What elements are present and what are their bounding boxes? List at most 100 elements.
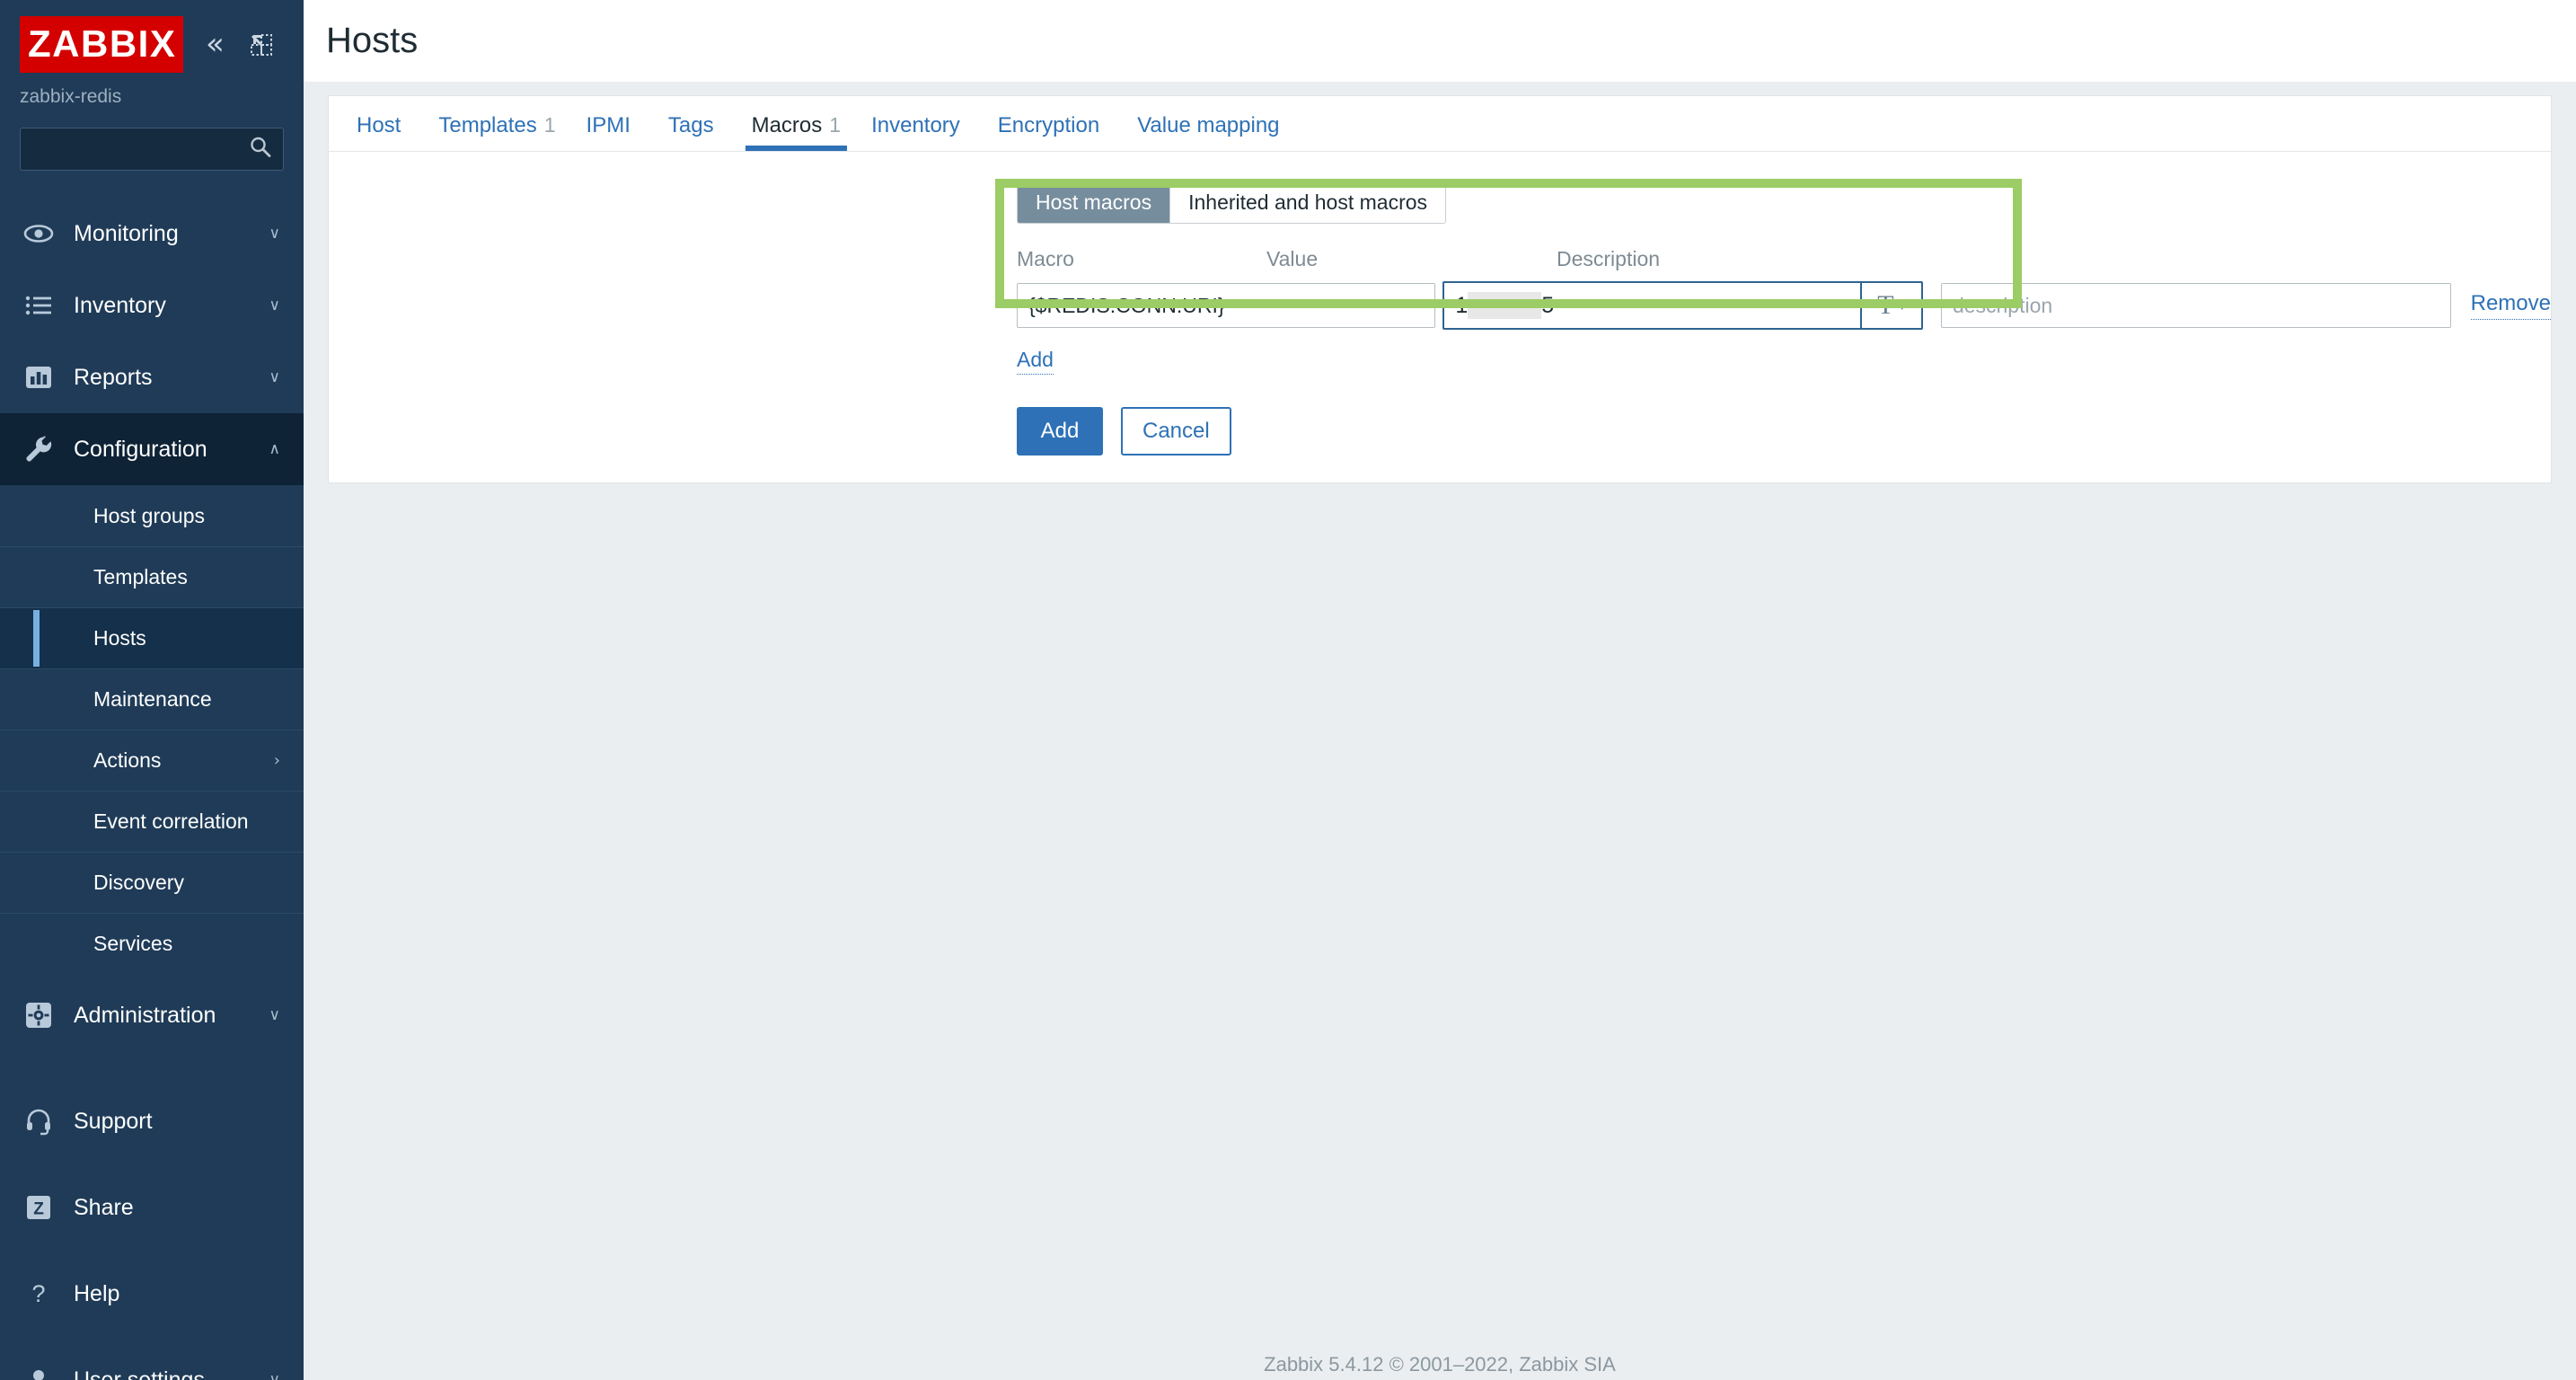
tab-macros[interactable]: Macros 1 [737,115,856,151]
sidebar-subitem-label: Maintenance [93,687,212,711]
macros-table: Macro Value Description 15 T ▾ [329,247,2551,330]
table-row: 15 T ▾ Remove [1017,281,2551,330]
cancel-button[interactable]: Cancel [1121,407,1231,456]
column-header-description: Description [1557,247,1661,270]
add-macro-row-link[interactable]: Add [1017,348,1054,375]
tab-label: Value mapping [1137,113,1280,137]
tab-label: Templates [438,113,537,137]
tab-label: Macros [751,113,823,137]
sidebar-item-support[interactable]: Support [0,1078,304,1164]
form-action-buttons: Add Cancel [1017,407,2551,456]
sidebar-item-discovery[interactable]: Discovery [0,852,304,913]
sidebar-item-label: Support [74,1108,153,1134]
page-header: Hosts [304,0,2576,83]
sidebar-item-services[interactable]: Services [0,913,304,974]
sidebar-item-help[interactable]: ? Help [0,1251,304,1337]
sidebar-item-monitoring[interactable]: Monitoring ∨ [0,198,304,270]
sidebar-subitem-label: Discovery [93,871,184,894]
sidebar-subitem-label: Actions [93,748,162,772]
macros-scope-toggle: Host macros Inherited and host macros [1017,181,1447,224]
macro-value-type-button[interactable]: T ▾ [1859,283,1921,328]
sidebar-item-configuration[interactable]: Configuration ∧ [0,413,304,485]
sidebar: ZABBIX « zabbix-redis Monitoring ∨ Inven… [0,0,304,1380]
sidebar-item-label: Configuration [74,436,207,462]
tab-encryption[interactable]: Encryption [983,115,1122,151]
sidebar-item-inventory[interactable]: Inventory ∨ [0,270,304,341]
page-title: Hosts [326,21,419,60]
chevron-up-icon: ∧ [269,439,280,458]
chevron-down-icon: ∨ [269,224,280,243]
collapse-chevron-glyph: « [205,25,225,62]
sidebar-item-hosts[interactable]: Hosts [0,607,304,668]
sidebar-item-label: Inventory [74,292,166,318]
sidebar-item-label: Reports [74,364,153,390]
chevron-down-icon: ∨ [269,1005,280,1024]
sidebar-subitem-label: Event correlation [93,809,249,833]
tab-count: 1 [543,113,556,137]
tab-templates[interactable]: Templates 1 [423,115,570,151]
sidebar-item-label: Monitoring [74,220,179,246]
tab-label: Host [357,113,401,137]
sidebar-item-user-settings[interactable]: User settings ∨ [0,1337,304,1380]
macros-table-header: Macro Value Description [1017,247,2551,271]
sidebar-item-reports[interactable]: Reports ∨ [0,341,304,413]
sidebar-top: ZABBIX « zabbix-redis [0,0,304,108]
double-chevron-left-icon[interactable]: « [199,25,230,62]
tab-tags[interactable]: Tags [653,115,737,151]
column-header-macro: Macro [1017,247,1074,270]
sidebar-subitem-label: Hosts [93,626,146,650]
tab-value-mapping[interactable]: Value mapping [1122,115,1301,151]
sidebar-submenu-configuration: Host groups Templates Hosts Maintenance … [0,485,304,974]
tab-count: 1 [829,113,842,137]
macro-value-group: 15 T ▾ [1442,281,1923,330]
sidebar-search-wrapper [20,128,284,171]
sidebar-item-maintenance[interactable]: Maintenance [0,668,304,730]
sidebar-item-label: Help [74,1280,120,1306]
tab-label: IPMI [586,113,631,137]
segment-inherited-and-host-macros[interactable]: Inherited and host macros [1170,181,1446,223]
zabbix-logo[interactable]: ZABBIX [20,16,184,73]
sidebar-item-label: User settings [74,1367,205,1380]
sidebar-item-label: Administration [74,1002,216,1028]
sidebar-subitem-label: Host groups [93,503,206,527]
sidebar-subitem-label: Templates [93,565,188,588]
tab-host[interactable]: Host [341,115,423,151]
macro-value-prefix: 1 [1455,292,1469,318]
tab-inventory[interactable]: Inventory [856,115,983,151]
macro-name-input[interactable] [1017,283,1436,328]
chevron-right-icon: › [273,751,280,770]
tab-label: Inventory [871,113,960,137]
sidebar-item-actions[interactable]: Actions › [0,730,304,791]
svg-text:Z: Z [33,1200,44,1219]
macro-value-input[interactable]: 15 [1444,283,1860,328]
wrench-icon [20,430,57,468]
sidebar-item-host-groups[interactable]: Host groups [0,485,304,546]
sidebar-item-templates[interactable]: Templates [0,546,304,607]
redaction-block [1468,292,1542,319]
user-icon [20,1361,57,1380]
sidebar-host-name: zabbix-redis [20,86,122,107]
sidebar-item-administration[interactable]: Administration ∨ [0,979,304,1051]
tab-label: Tags [667,113,714,137]
svg-text:?: ? [31,1280,45,1307]
zabbix-z-icon: Z [20,1189,57,1226]
chevron-down-icon: ∨ [269,296,280,314]
remove-macro-link[interactable]: Remove [2470,291,2551,320]
sidebar-item-label: Share [74,1194,134,1220]
host-edit-card: Host Templates 1 IPMI Tags Macros 1 Invent… [328,95,2552,483]
chevron-down-icon: ∨ [269,1370,280,1380]
tab-ipmi[interactable]: IPMI [571,115,653,151]
tab-label: Encryption [997,113,1100,137]
text-type-icon: T [1877,290,1894,320]
gear-icon [20,996,57,1034]
search-input[interactable] [20,128,284,171]
macros-form: Host macros Inherited and host macros Ma… [329,152,2551,456]
chevron-down-icon: ▾ [1898,296,1906,314]
macro-description-input[interactable] [1940,283,2451,328]
segment-host-macros[interactable]: Host macros [1018,181,1171,223]
sidebar-item-share[interactable]: Z Share [0,1164,304,1251]
sidebar-logo-row: ZABBIX « [20,16,284,73]
add-button[interactable]: Add [1017,407,1103,456]
collapse-fullscreen-icon[interactable] [246,30,277,60]
sidebar-item-event-correlation[interactable]: Event correlation [0,791,304,852]
